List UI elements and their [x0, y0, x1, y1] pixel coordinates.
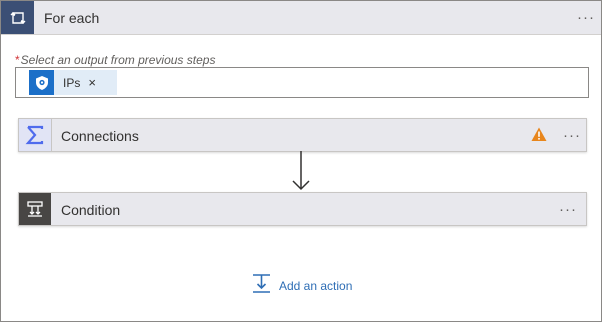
add-action-button[interactable]: Add an action [251, 273, 352, 299]
token-label: IPs [63, 75, 81, 90]
condition-action[interactable]: Condition ··· [18, 192, 587, 226]
add-action-icon [251, 273, 272, 299]
add-action-label: Add an action [279, 279, 353, 293]
sigma-icon [19, 119, 52, 151]
foreach-card: For each ··· *Select an output from prev… [0, 0, 602, 322]
connections-title: Connections [61, 128, 139, 144]
warning-icon[interactable] [531, 127, 547, 147]
connections-action[interactable]: Connections ··· [18, 118, 587, 152]
flow-arrow [290, 151, 312, 198]
token-remove-button[interactable]: × [88, 75, 96, 90]
output-field-label-text: Select an output from previous steps [20, 53, 216, 67]
output-field-label: *Select an output from previous steps [15, 53, 215, 67]
connections-more-button[interactable]: ··· [563, 128, 581, 143]
ips-token[interactable]: IPs × [29, 70, 117, 95]
foreach-title: For each [44, 10, 100, 26]
condition-icon [19, 193, 51, 225]
output-select-input[interactable]: IPs × [15, 67, 589, 98]
required-marker: * [15, 53, 20, 67]
foreach-more-button[interactable]: ··· [577, 10, 595, 25]
foreach-header[interactable]: For each ··· [1, 1, 601, 35]
loop-icon [1, 1, 34, 34]
condition-title: Condition [61, 202, 121, 218]
shield-icon [29, 70, 54, 95]
condition-more-button[interactable]: ··· [559, 202, 577, 217]
